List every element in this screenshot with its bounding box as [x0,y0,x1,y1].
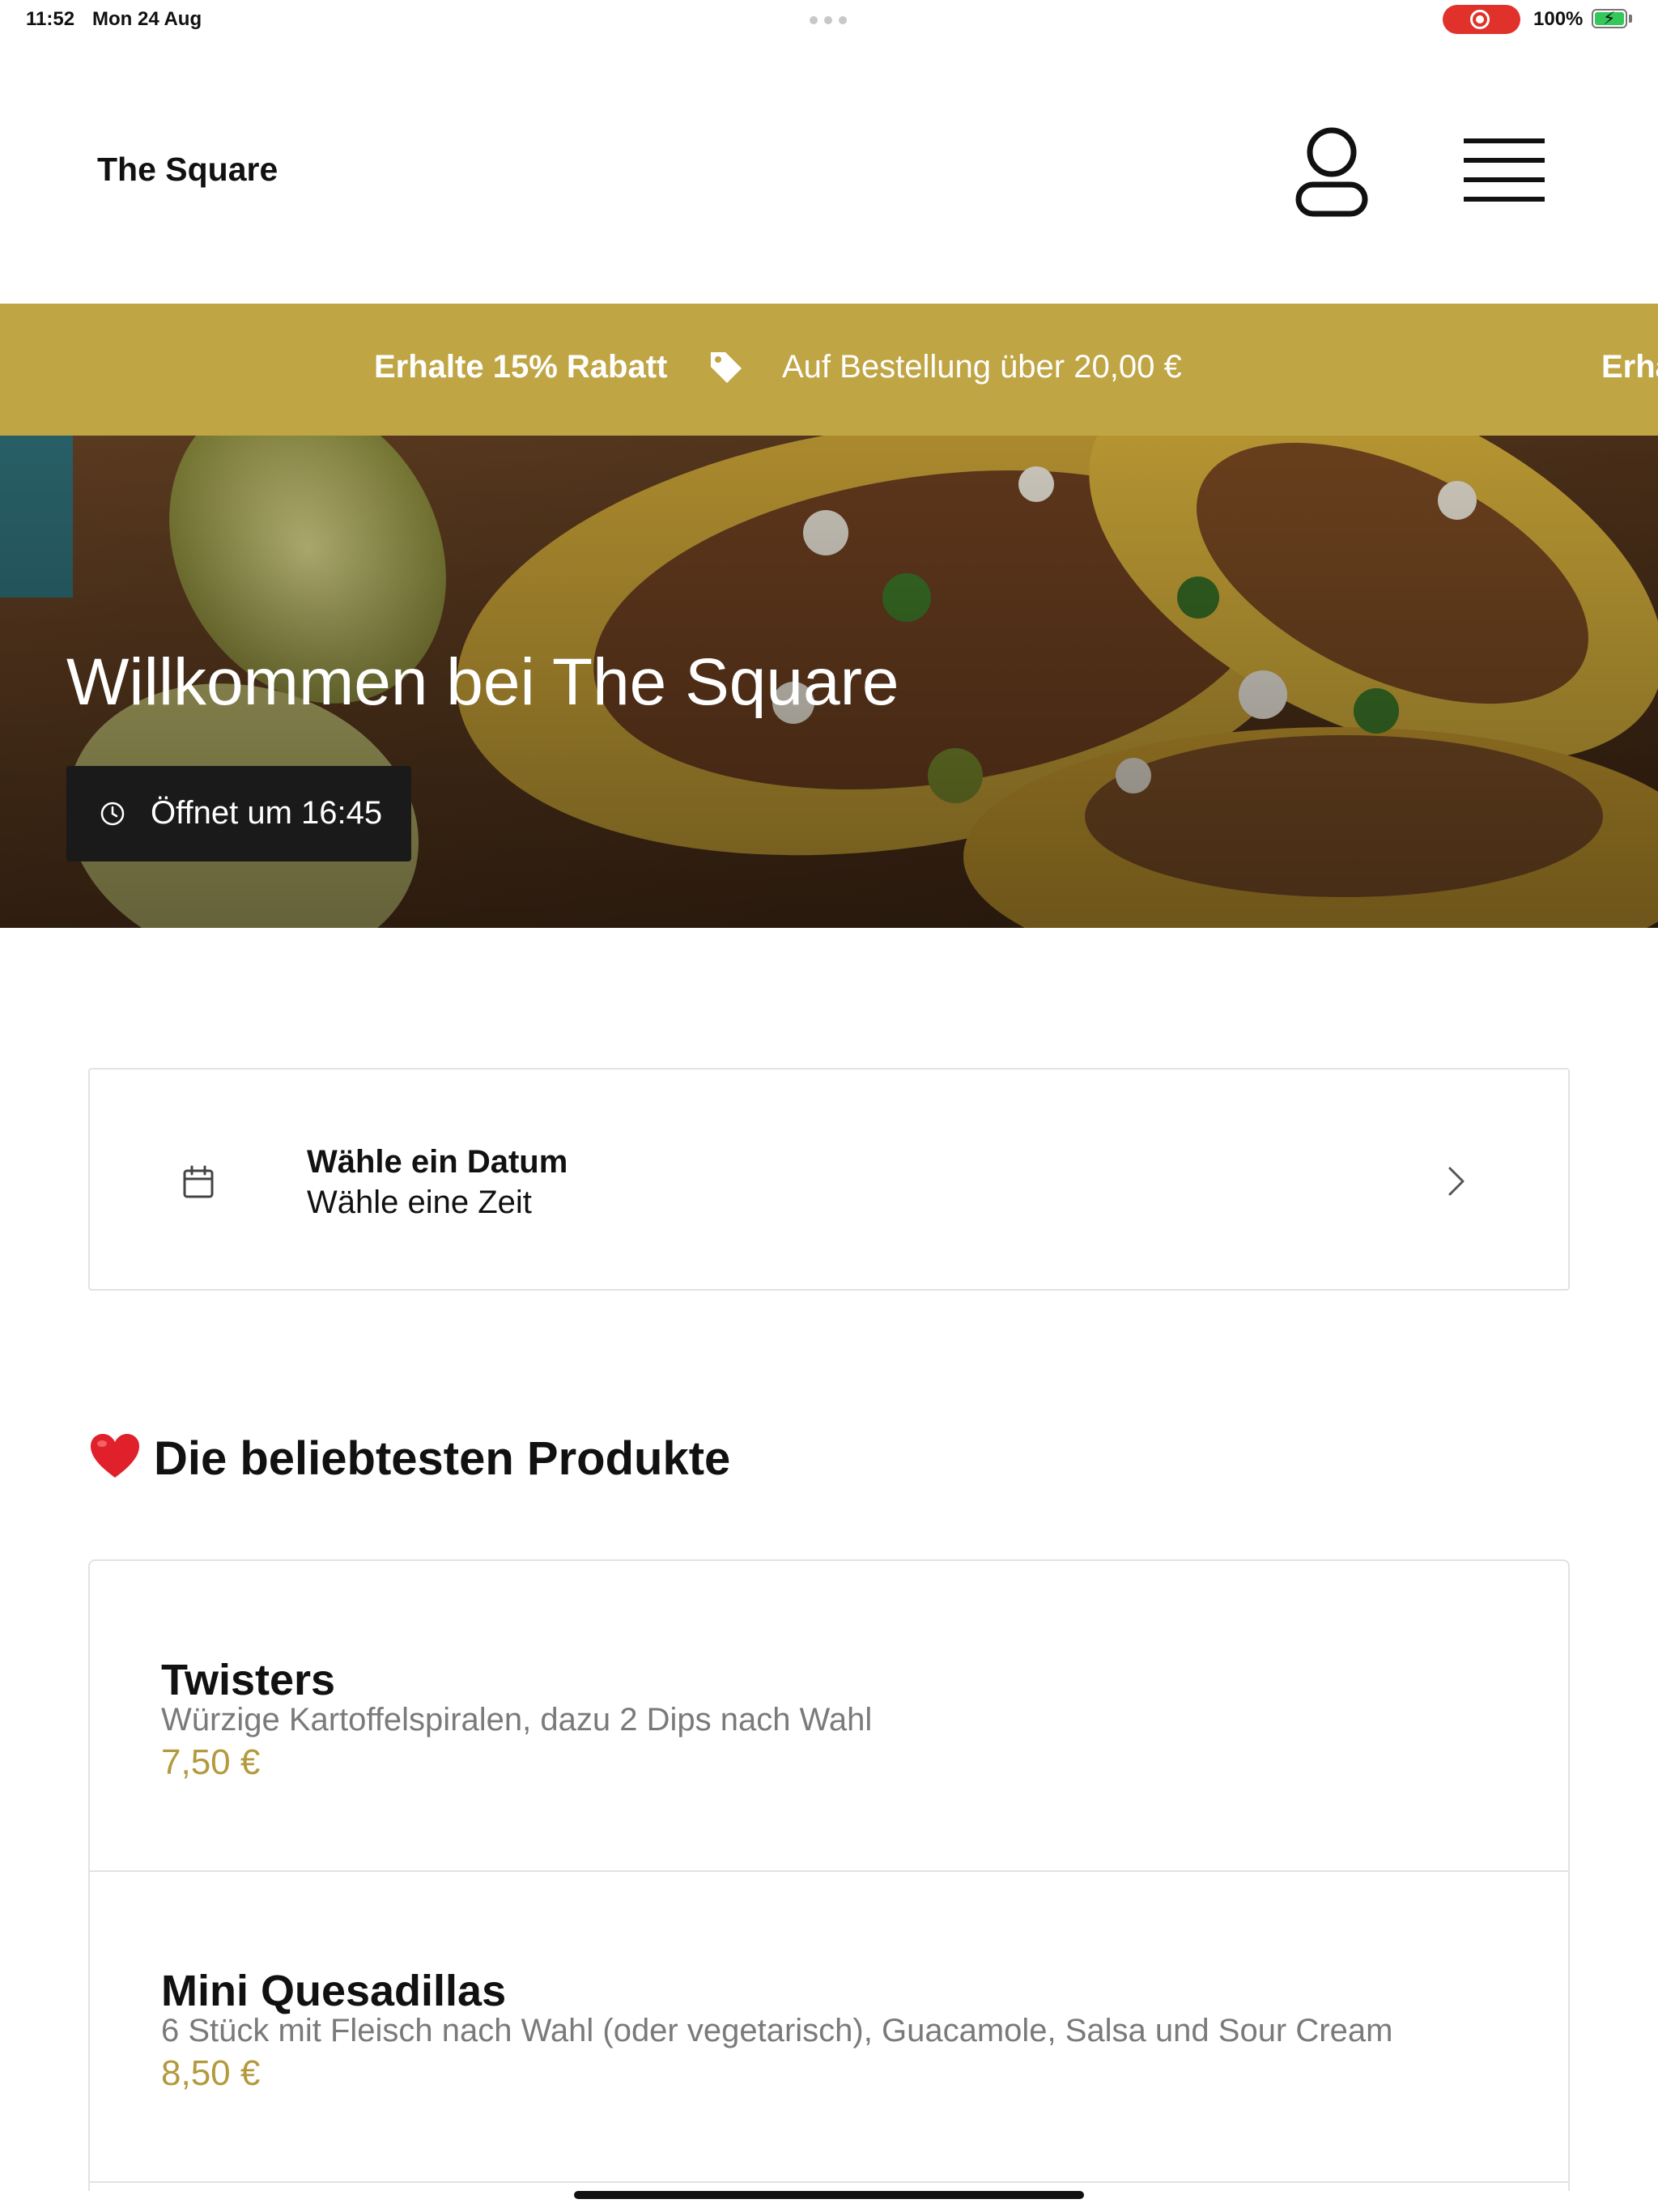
product-name: Twisters [161,1656,336,1704]
opening-hours-badge: Öffnet um 16:45 [66,766,411,861]
promo-condition: Auf Bestellung über 20,00 € [782,349,1182,385]
opening-hours-text: Öffnet um 16:45 [151,795,383,831]
promo-discount-repeat: Erha [1601,349,1658,385]
hero-title: Willkommen bei The Square [66,645,899,719]
product-price: 7,50 € [161,1742,261,1782]
product-list: Twisters Würzige Kartoffelspiralen, dazu… [88,1559,1570,2191]
battery-percentage: 100% [1533,8,1584,30]
red-heart-icon [91,1434,139,1478]
product-card[interactable]: Mini Quesadillas 6 Stück mit Fleisch nac… [90,1872,1568,2183]
menu-button[interactable] [1464,134,1545,208]
product-description: 6 Stück mit Fleisch nach Wahl (oder vege… [161,2013,1393,2048]
status-time: 11:52 [26,8,75,30]
section-title-popular: Die beliebtesten Produkte [89,1431,730,1486]
home-indicator[interactable] [574,2191,1084,2199]
choose-date-label: Wähle ein Datum [307,1144,568,1180]
hamburger-menu-icon [1464,138,1545,202]
product-card[interactable]: Twisters Würzige Kartoffelspiralen, dazu… [90,1561,1568,1872]
clock-icon [100,802,125,826]
screen-recording-icon[interactable] [1443,5,1520,34]
chevron-right-icon [1448,1167,1465,1196]
promo-discount: Erhalte 15% Rabatt [374,349,668,385]
status-date: Mon 24 Aug [92,8,202,30]
user-account-icon [1295,127,1368,217]
price-tag-icon [711,352,742,383]
calendar-icon [183,1165,214,1198]
promo-banner[interactable]: Erhalte 15% Rabatt Auf Bestellung über 2… [0,304,1658,436]
date-time-picker[interactable]: Wähle ein Datum Wähle eine Zeit [88,1068,1570,1291]
multitasking-dots-icon[interactable] [810,16,847,24]
battery-charging-icon: ⚡ [1592,9,1627,28]
product-price: 8,50 € [161,2053,261,2093]
battery-nub [1629,15,1632,23]
brand-logo-text[interactable]: The Square [97,151,278,189]
section-title-text: Die beliebtesten Produkte [154,1432,731,1485]
account-button[interactable] [1287,123,1376,220]
product-name: Mini Quesadillas [161,1967,507,2015]
product-description: Würzige Kartoffelspiralen, dazu 2 Dips n… [161,1702,873,1738]
hero-banner: Willkommen bei The Square Öffnet um 16:4… [0,436,1658,928]
status-bar: 11:52 Mon 24 Aug 100% ⚡ [0,0,1658,39]
choose-time-label: Wähle eine Zeit [307,1185,532,1220]
